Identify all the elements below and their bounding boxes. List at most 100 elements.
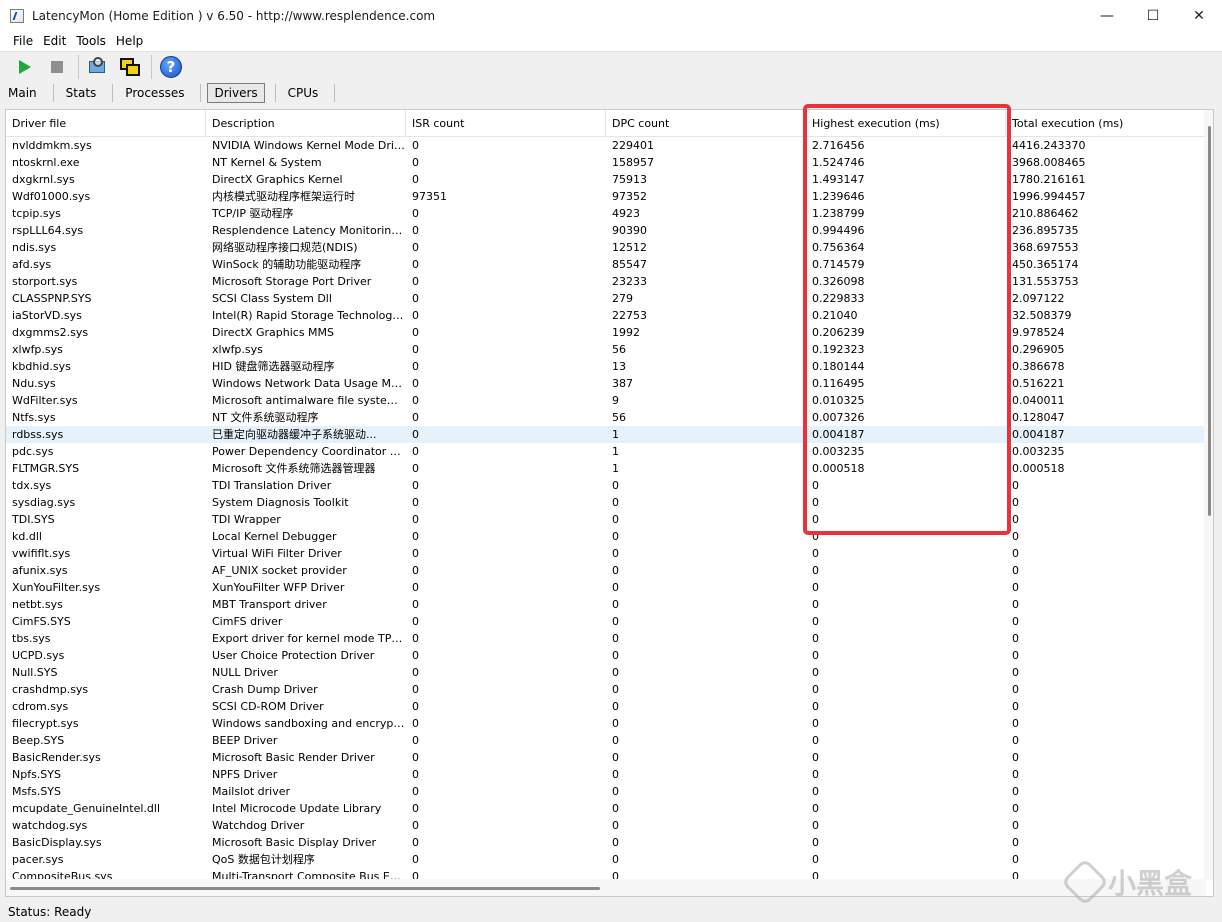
table-row[interactable]: Null.SYS NULL Driver 0 0 0 0 (6, 664, 1206, 681)
table-row[interactable]: BasicRender.sys Microsoft Basic Render Dr… (6, 749, 1206, 766)
table-row[interactable]: Ndu.sys Windows Network Data Usage Monit.… (6, 375, 1206, 392)
horizontal-scrollbar[interactable] (6, 879, 1206, 896)
table-row[interactable]: pacer.sys QoS 数据包计划程序 0 0 0 0 (6, 851, 1206, 868)
table-row[interactable]: kbdhid.sys HID 键盘筛选器驱动程序 0 13 0.180144 0.3866… (6, 358, 1206, 375)
cell-description: Export driver for kernel mode TPM API (212, 632, 406, 645)
column-header-isr-count[interactable]: ISR count (406, 110, 606, 137)
cell-driver-file: afd.sys (12, 258, 52, 271)
table-row[interactable]: tdx.sys TDI Translation Driver 0 0 0 0 (6, 477, 1206, 494)
tab-main[interactable]: Main (2, 84, 43, 102)
column-header-dpc-count[interactable]: DPC count (606, 110, 806, 137)
cell-driver-file: sysdiag.sys (12, 496, 76, 509)
tab-drivers[interactable]: Drivers (207, 83, 265, 103)
cell-highest-execution: 0 (812, 581, 819, 594)
table-row[interactable]: rdbss.sys 已重定向驱动器缓冲子系统驱动... 0 1 0.004187 0.00… (6, 426, 1206, 443)
table-row[interactable]: storport.sys Microsoft Storage Port Drive… (6, 273, 1206, 290)
cell-driver-file: UCPD.sys (12, 649, 65, 662)
table-row[interactable]: BasicDisplay.sys Microsoft Basic Display … (6, 834, 1206, 851)
table-row[interactable]: Msfs.SYS Mailslot driver 0 0 0 0 (6, 783, 1206, 800)
cell-driver-file: kbdhid.sys (12, 360, 71, 373)
table-row[interactable]: sysdiag.sys System Diagnosis Toolkit 0 0 0 0 (6, 494, 1206, 511)
table-row[interactable]: nvlddmkm.sys NVIDIA Windows Kernel Mode D… (6, 137, 1206, 154)
table-row[interactable]: CimFS.SYS CimFS driver 0 0 0 0 (6, 613, 1206, 630)
table-row[interactable]: TDI.SYS TDI Wrapper 0 0 0 0 (6, 511, 1206, 528)
minimize-button[interactable]: — (1084, 0, 1130, 31)
table-row[interactable]: watchdog.sys Watchdog Driver 0 0 0 0 (6, 817, 1206, 834)
table-row[interactable]: afd.sys WinSock 的辅助功能驱动程序 0 85547 0.714579 45… (6, 256, 1206, 273)
table-row[interactable]: Wdf01000.sys 内核模式驱动程序框架运行时 97351 97352 1.239… (6, 188, 1206, 205)
table-row[interactable]: CLASSPNP.SYS SCSI Class System Dll 0 279 0.2… (6, 290, 1206, 307)
tab-separator (334, 84, 336, 102)
table-row[interactable]: tcpip.sys TCP/IP 驱动程序 0 4923 1.238799 210.886… (6, 205, 1206, 222)
stop-button[interactable] (42, 54, 72, 80)
table-row[interactable]: iaStorVD.sys Intel(R) Rapid Storage Techn… (6, 307, 1206, 324)
cell-isr-count: 0 (412, 445, 419, 458)
horizontal-scroll-thumb[interactable] (10, 887, 600, 890)
table-row[interactable]: WdFilter.sys Microsoft antimalware file s… (6, 392, 1206, 409)
cell-dpc-count: 0 (612, 615, 619, 628)
analyze-button[interactable] (83, 54, 113, 80)
tab-cpus[interactable]: CPUs (282, 84, 325, 102)
table-row[interactable]: tbs.sys Export driver for kernel mode TPM… (6, 630, 1206, 647)
table-row[interactable]: kd.dll Local Kernel Debugger 0 0 0 0 (6, 528, 1206, 545)
column-header-description[interactable]: Description (206, 110, 406, 137)
table-row[interactable]: ndis.sys 网络驱动程序接口规范(NDIS) 0 12512 0.756364 36… (6, 239, 1206, 256)
table-row[interactable]: Ntfs.sys NT 文件系统驱动程序 0 56 0.007326 0.128047 (6, 409, 1206, 426)
cell-driver-file: rspLLL64.sys (12, 224, 84, 237)
cell-description: SCSI Class System Dll (212, 292, 332, 305)
table-row[interactable]: XunYouFilter.sys XunYouFilter WFP Driver 0… (6, 579, 1206, 596)
cell-isr-count: 0 (412, 717, 419, 730)
table-row[interactable]: vwififlt.sys Virtual WiFi Filter Driver 0 0… (6, 545, 1206, 562)
menu-file[interactable]: File (8, 34, 38, 48)
cell-isr-count: 0 (412, 649, 419, 662)
tab-stats[interactable]: Stats (60, 84, 103, 102)
table-row[interactable]: crashdmp.sys Crash Dump Driver 0 0 0 0 (6, 681, 1206, 698)
cell-driver-file: crashdmp.sys (12, 683, 89, 696)
table-row[interactable]: afunix.sys AF_UNIX socket provider 0 0 0 0 (6, 562, 1206, 579)
table-row[interactable]: filecrypt.sys Windows sandboxing and encr… (6, 715, 1206, 732)
cell-dpc-count: 75913 (612, 173, 647, 186)
vertical-scrollbar[interactable] (1204, 110, 1213, 880)
table-row[interactable]: dxgmms2.sys DirectX Graphics MMS 0 1992 0.20… (6, 324, 1206, 341)
cell-total-execution: 0.000518 (1012, 462, 1065, 475)
start-button[interactable] (10, 54, 40, 80)
table-row[interactable]: rspLLL64.sys Resplendence Latency Monitor… (6, 222, 1206, 239)
cell-dpc-count: 0 (612, 717, 619, 730)
cell-dpc-count: 0 (612, 819, 619, 832)
table-row[interactable]: ntoskrnl.exe NT Kernel & System 0 158957 1.5… (6, 154, 1206, 171)
cell-driver-file: CimFS.SYS (12, 615, 71, 628)
cell-driver-file: ndis.sys (12, 241, 57, 254)
table-row[interactable]: Npfs.SYS NPFS Driver 0 0 0 0 (6, 766, 1206, 783)
cell-isr-count: 0 (412, 785, 419, 798)
drivers-list[interactable]: Driver file Description ISR count DPC co… (5, 109, 1214, 897)
tab-processes[interactable]: Processes (119, 84, 190, 102)
cell-highest-execution: 0 (812, 836, 819, 849)
cell-highest-execution: 1.524746 (812, 156, 865, 169)
table-row[interactable]: UCPD.sys User Choice Protection Driver 0 0 0… (6, 647, 1206, 664)
close-button[interactable]: ✕ (1176, 0, 1222, 31)
cell-description: NPFS Driver (212, 768, 278, 781)
maximize-button[interactable]: ☐ (1130, 0, 1176, 31)
table-row[interactable]: Beep.SYS BEEP Driver 0 0 0 0 (6, 732, 1206, 749)
column-header-driver-file[interactable]: Driver file (6, 110, 206, 137)
column-header-total-execution[interactable]: Total execution (ms) (1006, 110, 1206, 137)
table-row[interactable]: mcupdate_GenuineIntel.dll Intel Microcode… (6, 800, 1206, 817)
menu-edit[interactable]: Edit (38, 34, 71, 48)
cell-total-execution: 0.040011 (1012, 394, 1065, 407)
help-button[interactable]: ? (156, 54, 186, 80)
cell-driver-file: storport.sys (12, 275, 78, 288)
cell-highest-execution: 0.994496 (812, 224, 865, 237)
table-row[interactable]: dxgkrnl.sys DirectX Graphics Kernel 0 75913… (6, 171, 1206, 188)
cell-isr-count: 0 (412, 394, 419, 407)
table-row[interactable]: pdc.sys Power Dependency Coordinator Driv… (6, 443, 1206, 460)
table-row[interactable]: netbt.sys MBT Transport driver 0 0 0 0 (6, 596, 1206, 613)
vertical-scroll-thumb[interactable] (1208, 126, 1211, 516)
table-row[interactable]: xlwfp.sys xlwfp.sys 0 56 0.192323 0.296905 (6, 341, 1206, 358)
menu-help[interactable]: Help (111, 34, 148, 48)
table-row[interactable]: cdrom.sys SCSI CD-ROM Driver 0 0 0 0 (6, 698, 1206, 715)
cell-highest-execution: 0 (812, 853, 819, 866)
column-header-highest-execution[interactable]: Highest execution (ms) (806, 110, 1006, 137)
windows-button[interactable] (115, 54, 145, 80)
menu-tools[interactable]: Tools (71, 34, 111, 48)
table-row[interactable]: FLTMGR.SYS Microsoft 文件系统筛选器管理器 0 1 0.000518… (6, 460, 1206, 477)
